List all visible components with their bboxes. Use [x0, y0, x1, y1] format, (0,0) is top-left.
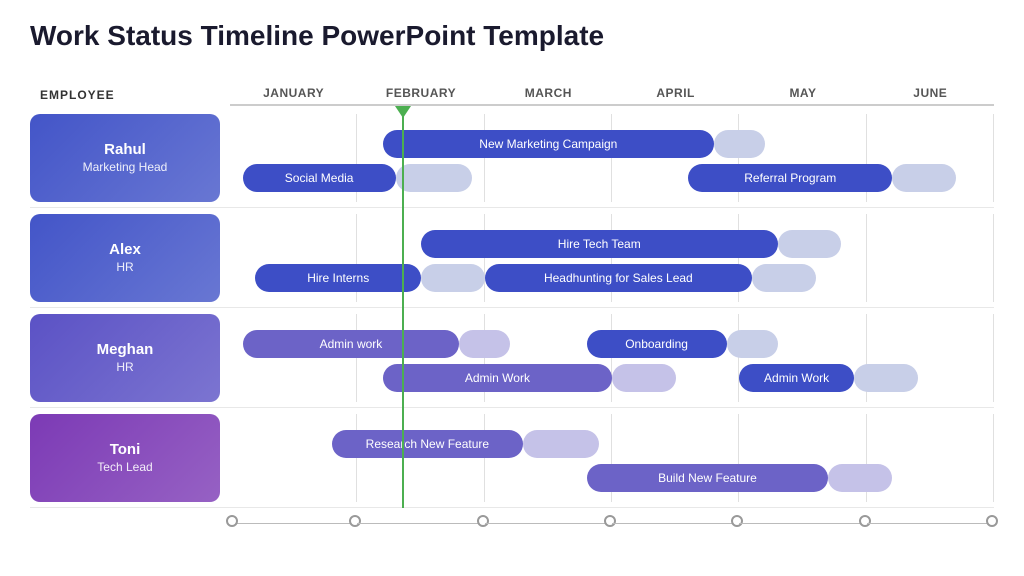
task-bar-admin-work: Admin work: [243, 330, 459, 358]
employee-name-rahul: Rahul: [104, 141, 146, 158]
page-title: Work Status Timeline PowerPoint Template: [30, 20, 994, 52]
month-feb: FEBRUARY: [357, 86, 484, 106]
task-bar-spacer: [421, 264, 485, 292]
task-bar-research-new-feature: Research New Feature: [332, 430, 523, 458]
task-bar-spacer: [714, 130, 765, 158]
employee-role-meghan: HR: [116, 360, 133, 374]
month-mar: MARCH: [485, 86, 612, 106]
employee-role-toni: Tech Lead: [97, 460, 152, 474]
timeline-area-rahul: New Marketing Campaign Social Media Referr…: [230, 114, 994, 202]
page: Work Status Timeline PowerPoint Template…: [0, 0, 1024, 576]
employee-row-rahul: Rahul Marketing Head New Marketing Campaig…: [30, 108, 994, 208]
task-bar-spacer: [892, 164, 956, 192]
header-row: EMPLOYEE JANUARY FEBRUARY MARCH APRIL MA…: [30, 70, 994, 106]
employee-row-meghan: MeghanHRAdmin workOnboardingAdmin WorkAd…: [30, 308, 994, 408]
timeline-segment-1: [230, 508, 357, 524]
task-bar-referral-program: Referral Program: [688, 164, 892, 192]
grid-line: [485, 114, 612, 202]
timeline-area-toni: Research New Feature Build New Feature: [230, 414, 994, 502]
timeline-segment-4: [612, 508, 739, 524]
task-bar-admin-work: Admin Work: [383, 364, 612, 392]
task-bar-spacer: [854, 364, 918, 392]
task-bar-spacer: [752, 264, 816, 292]
employee-name-alex: Alex: [109, 241, 141, 258]
timeline-segment-3: [485, 508, 612, 524]
timeline-segment-6: [867, 508, 994, 524]
employee-card-rahul: Rahul Marketing Head: [30, 114, 220, 202]
grid-line: [357, 414, 484, 502]
employee-rows: Rahul Marketing Head New Marketing Campaig…: [30, 108, 994, 508]
grid-line: [230, 314, 357, 402]
current-date-line: [402, 108, 404, 508]
month-jun: JUNE: [867, 86, 994, 106]
employee-row-alex: Alex HR Hire Tech TeamHire Interns Headhunt…: [30, 208, 994, 308]
task-bar-headhunting-for-sales-lead: Headhunting for Sales Lead: [485, 264, 752, 292]
employee-card-toni: Toni Tech Lead: [30, 414, 220, 502]
task-bar-spacer: [612, 364, 676, 392]
task-bar-spacer: [523, 430, 599, 458]
task-bar-hire-interns: Hire Interns: [255, 264, 421, 292]
employee-role-rahul: Marketing Head: [83, 160, 168, 174]
grid-line: [867, 214, 994, 302]
task-bar-spacer: [459, 330, 510, 358]
task-bar-social-media: Social Media: [243, 164, 396, 192]
timeline-wrapper: Rahul Marketing Head New Marketing Campaig…: [30, 108, 994, 508]
timeline-header: JANUARY FEBRUARY MARCH APRIL MAY JUNE: [230, 86, 994, 106]
month-apr: APRIL: [612, 86, 739, 106]
task-bar-onboarding: Onboarding: [587, 330, 727, 358]
task-bar-spacer: [778, 230, 842, 258]
employee-card-meghan: Meghan HR: [30, 314, 220, 402]
task-bar-admin-work: Admin Work: [739, 364, 854, 392]
employee-name-meghan: Meghan: [97, 341, 154, 358]
timeline-segment-2: [357, 508, 484, 524]
timeline-segment-5: [739, 508, 866, 524]
month-jan: JANUARY: [230, 86, 357, 106]
employee-card-alex: Alex HR: [30, 214, 220, 302]
gantt-container: EMPLOYEE JANUARY FEBRUARY MARCH APRIL MA…: [30, 70, 994, 524]
task-bar-spacer: [727, 330, 778, 358]
timeline-area-alex: Hire Tech TeamHire Interns Headhunting fo…: [230, 214, 994, 302]
task-bar-new-marketing-campaign: New Marketing Campaign: [383, 130, 714, 158]
task-bar-hire-tech-team: Hire Tech Team: [421, 230, 778, 258]
task-bar-build-new-feature: Build New Feature: [587, 464, 829, 492]
timeline-area-meghan: Admin work Onboarding Admin Work Admin Work: [230, 314, 994, 402]
employee-col-header: EMPLOYEE: [30, 88, 230, 106]
task-bar-spacer: [396, 164, 472, 192]
employee-row-toni: Toni Tech Lead Research New Feature Build N…: [30, 408, 994, 508]
employee-role-alex: HR: [116, 260, 133, 274]
task-bar-spacer: [828, 464, 892, 492]
bottom-timeline: [230, 508, 994, 524]
month-may: MAY: [739, 86, 866, 106]
grid-line: [230, 414, 357, 502]
current-date-triangle: [395, 106, 411, 118]
employee-name-toni: Toni: [110, 441, 141, 458]
